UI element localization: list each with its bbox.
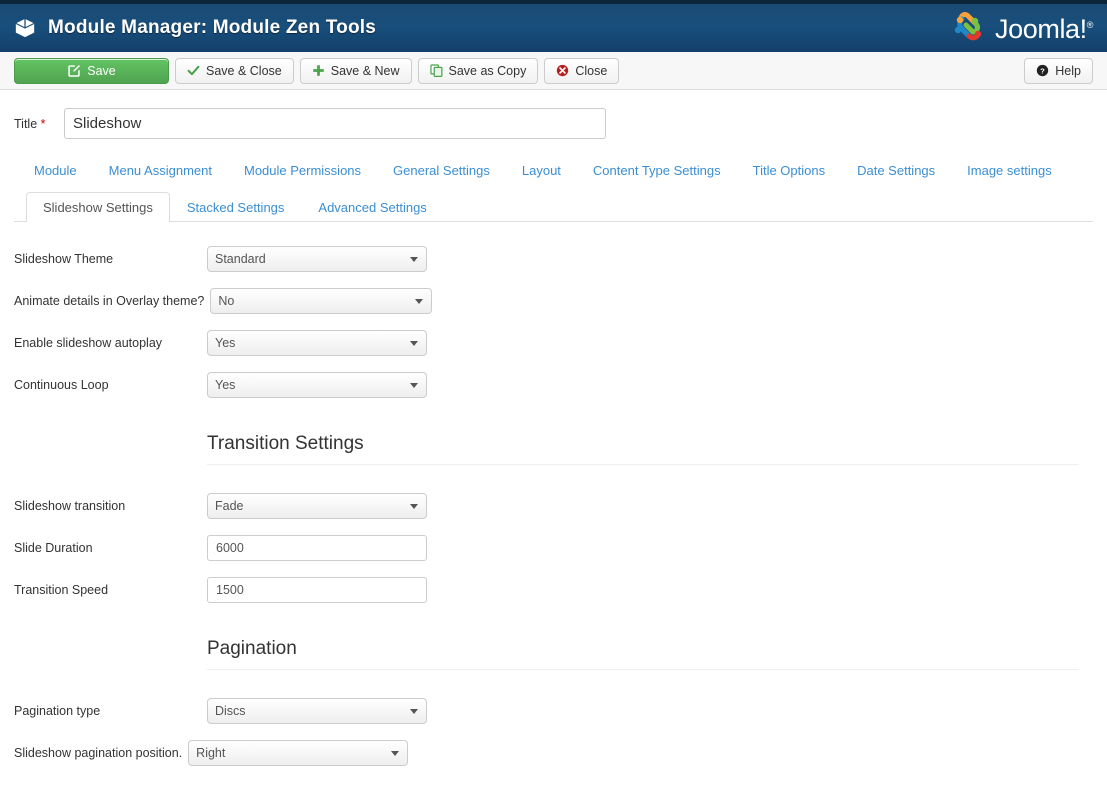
- joomla-logo-icon: [949, 10, 989, 46]
- field-continuous-loop: Continuous Loop Yes: [14, 372, 1093, 398]
- transition-settings-section-head: Transition Settings: [207, 414, 1093, 458]
- save-button-label: Save: [87, 63, 116, 78]
- svg-text:?: ?: [1040, 66, 1045, 75]
- tab-advanced-settings[interactable]: Advanced Settings: [301, 192, 443, 222]
- slide-duration-input[interactable]: [207, 535, 427, 561]
- check-icon: [187, 64, 200, 77]
- pagination-section-head: Pagination: [207, 619, 1093, 663]
- close-button[interactable]: Close: [544, 57, 620, 84]
- brand-registered-mark: ®: [1086, 19, 1094, 30]
- field-slide-duration: Slide Duration: [14, 535, 1093, 561]
- cube-icon: [14, 17, 36, 39]
- pagination-position-select[interactable]: Right: [188, 740, 409, 766]
- pagination-type-select-wrap: Discs: [207, 698, 427, 724]
- save-close-button[interactable]: Save & Close: [175, 57, 294, 84]
- tab-layout[interactable]: Layout: [506, 163, 577, 178]
- required-asterisk: *: [40, 116, 46, 131]
- tab-module-permissions[interactable]: Module Permissions: [228, 163, 377, 178]
- field-pagination-position: Slideshow pagination position. Right: [14, 740, 1093, 766]
- autoplay-label: Enable slideshow autoplay: [14, 336, 163, 350]
- field-pagination-type: Pagination type Discs: [14, 698, 1093, 724]
- title-row: Title *: [14, 90, 1093, 145]
- brand-wordmark: Joomla!®: [995, 13, 1094, 44]
- tab-content-type-settings[interactable]: Content Type Settings: [577, 163, 737, 178]
- close-icon: [556, 64, 569, 77]
- save-close-label: Save & Close: [206, 63, 282, 78]
- plus-icon: [312, 64, 325, 77]
- transition-settings-heading: Transition Settings: [207, 433, 364, 454]
- tab-general-settings[interactable]: General Settings: [377, 163, 506, 178]
- tab-menu-assignment[interactable]: Menu Assignment: [93, 163, 228, 178]
- animate-details-select-wrap: No: [210, 288, 433, 314]
- pagination-type-label: Pagination type: [14, 704, 101, 718]
- autoplay-select-wrap: Yes: [207, 330, 427, 356]
- primary-tab-bar: Module Menu Assignment Module Permission…: [14, 145, 1093, 178]
- pagination-position-select-wrap: Right: [188, 740, 409, 766]
- field-transition-speed: Transition Speed: [14, 577, 1093, 603]
- edit-square-icon: [67, 64, 81, 78]
- field-slideshow-theme: Slideshow Theme Standard: [14, 246, 1093, 272]
- transition-speed-input[interactable]: [207, 577, 427, 603]
- slideshow-theme-label: Slideshow Theme: [14, 252, 114, 266]
- slide-duration-label: Slide Duration: [14, 541, 93, 555]
- animate-details-label: Animate details in Overlay theme?: [14, 294, 205, 308]
- tab-image-settings[interactable]: Image settings: [951, 163, 1068, 178]
- slideshow-theme-select-wrap: Standard: [207, 246, 427, 272]
- tab-module[interactable]: Module: [14, 163, 93, 178]
- field-autoplay: Enable slideshow autoplay Yes: [14, 330, 1093, 356]
- tab-stacked-settings[interactable]: Stacked Settings: [170, 192, 302, 222]
- tab-slideshow-settings[interactable]: Slideshow Settings: [26, 192, 170, 222]
- close-button-label: Close: [575, 63, 608, 78]
- pagination-position-label: Slideshow pagination position.: [14, 746, 183, 760]
- autoplay-select[interactable]: Yes: [207, 330, 427, 356]
- title-input[interactable]: [64, 108, 606, 139]
- slideshow-transition-select[interactable]: Fade: [207, 493, 427, 519]
- slideshow-transition-label: Slideshow transition: [14, 499, 126, 513]
- save-new-label: Save & New: [330, 63, 400, 78]
- continuous-loop-label: Continuous Loop: [14, 378, 109, 392]
- brand-logo: Joomla!®: [949, 10, 1093, 46]
- title-field-label: Title *: [14, 116, 46, 131]
- slideshow-theme-select[interactable]: Standard: [207, 246, 427, 272]
- save-button[interactable]: Save: [14, 57, 169, 84]
- pagination-heading: Pagination: [207, 638, 297, 659]
- tab-title-options[interactable]: Title Options: [737, 163, 842, 178]
- help-button-label: Help: [1055, 63, 1081, 78]
- tab-date-settings[interactable]: Date Settings: [841, 163, 951, 178]
- continuous-loop-select-wrap: Yes: [207, 372, 427, 398]
- slideshow-settings-form: Slideshow Theme Standard Animate details…: [14, 222, 1093, 766]
- help-button[interactable]: ? Help: [1024, 57, 1093, 84]
- animate-details-select[interactable]: No: [210, 288, 433, 314]
- page-title: Module Manager: Module Zen Tools: [48, 17, 376, 38]
- toolbar: Save Save & Close Save & New Save as Cop…: [0, 52, 1107, 90]
- save-as-copy-button[interactable]: Save as Copy: [417, 57, 539, 84]
- app-header: Module Manager: Module Zen Tools Joomla!…: [0, 0, 1107, 52]
- save-as-copy-label: Save as Copy: [448, 63, 527, 78]
- help-icon: ?: [1036, 64, 1049, 77]
- copy-icon: [429, 64, 443, 77]
- header-left: Module Manager: Module Zen Tools: [14, 17, 376, 39]
- secondary-tab-bar: Slideshow Settings Stacked Settings Adva…: [14, 192, 1093, 222]
- continuous-loop-select[interactable]: Yes: [207, 372, 427, 398]
- save-new-button[interactable]: Save & New: [299, 57, 412, 84]
- content-area: Title * Module Menu Assignment Module Pe…: [0, 90, 1107, 766]
- slideshow-transition-select-wrap: Fade: [207, 493, 427, 519]
- field-animate-details: Animate details in Overlay theme? No: [14, 288, 1093, 314]
- field-slideshow-transition: Slideshow transition Fade: [14, 493, 1093, 519]
- transition-speed-label: Transition Speed: [14, 583, 109, 597]
- pagination-type-select[interactable]: Discs: [207, 698, 427, 724]
